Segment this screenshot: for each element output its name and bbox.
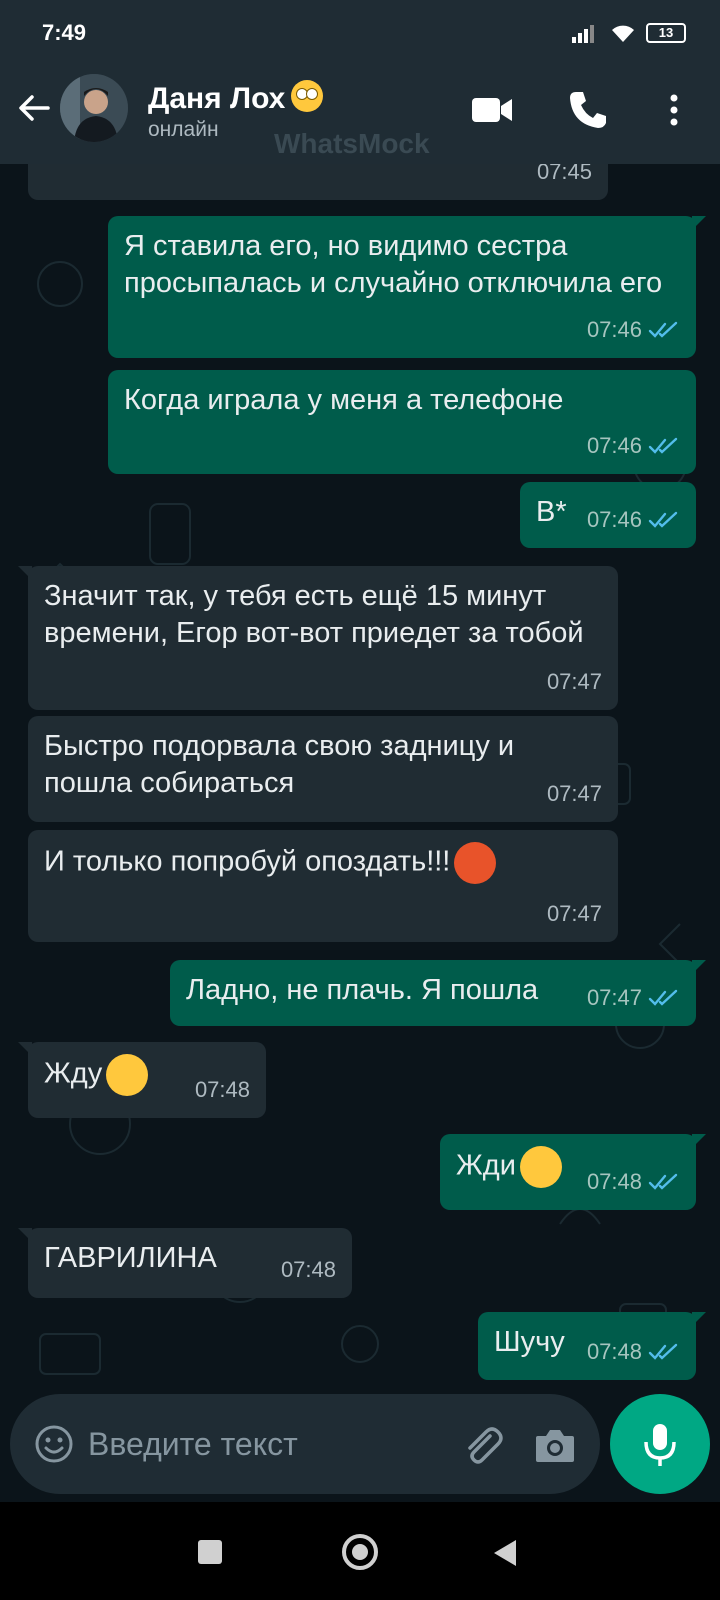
message-meta: 07:46 [587,501,680,538]
message-input-bar [10,1394,600,1494]
message-meta: 07:47 [547,775,602,812]
message-meta: 07:45 [537,164,592,190]
camera-icon[interactable] [532,1422,578,1468]
home-button[interactable] [342,1534,378,1570]
message-time: 07:47 [546,781,602,806]
message-time: 07:46 [586,507,642,532]
message-time: 07:48 [194,1077,250,1102]
rolling-eyes-emoji [291,80,324,112]
battery-indicator: 13 [646,23,686,43]
message-input[interactable] [88,1412,448,1476]
more-options-icon[interactable] [652,88,696,132]
message-meta: 07:47 [587,979,680,1016]
message-bubble-outgoing[interactable]: В* 07:46 [520,482,696,548]
message-meta: 07:46 [587,311,680,348]
chat-area[interactable]: 07:45 Я ставила его, но видимо сестра пр… [0,164,720,1394]
angry-face-emoji [454,842,497,884]
message-bubble-incoming[interactable]: Быстро подорвала свою задницу и пошла со… [28,716,618,822]
read-receipt-icon [648,321,678,338]
message-time: 07:47 [586,985,642,1010]
microphone-icon [644,1424,676,1466]
message-time: 07:47 [546,901,602,926]
read-receipt-icon [648,1173,678,1190]
message-text: Значит так, у тебя есть ещё 15 минут вре… [44,580,584,649]
message-bubble-outgoing[interactable]: Шучу 07:48 [478,1312,706,1380]
recent-apps-button[interactable] [198,1540,222,1564]
annoyed-face-emoji [106,1054,149,1096]
message-meta: 07:48 [587,1163,680,1200]
message-meta: 07:48 [281,1251,336,1288]
message-meta: 07:46 [587,427,680,464]
signal-icon [572,25,594,43]
message-bubble-incoming[interactable]: 07:45 [28,164,608,200]
message-text: Быстро подорвала свою задницу и пошла со… [44,730,515,799]
contact-status: онлайн [148,118,219,141]
video-call-icon[interactable] [470,88,514,132]
message-time: 07:47 [546,669,602,694]
watermark: WhatsMock [274,128,430,159]
message-bubble-outgoing[interactable]: Жди 07:48 [440,1134,706,1210]
message-time: 07:45 [536,164,592,184]
message-text: Когда играла у меня а телефоне [124,384,564,416]
message-bubble-incoming[interactable]: Значит так, у тебя есть ещё 15 минут вре… [18,566,618,710]
system-navigation-bar [0,1502,720,1600]
message-time: 07:48 [586,1339,642,1364]
message-meta: 07:48 [587,1333,680,1370]
message-time: 07:48 [586,1169,642,1194]
wifi-icon [612,25,634,42]
message-text: И только попробуй опоздать!!! [44,842,602,884]
message-meta: 07:47 [547,663,602,700]
status-icons: 13 [572,22,686,44]
message-bubble-incoming[interactable]: ГАВРИЛИНА 07:48 [18,1228,352,1298]
voice-record-button[interactable] [610,1394,710,1494]
smirking-face-emoji [519,1146,562,1188]
status-bar: 7:49 13 [0,0,720,54]
message-bubble-outgoing[interactable]: Когда играла у меня а телефоне 07:46 [108,370,696,474]
read-receipt-icon [648,437,678,454]
read-receipt-icon [648,989,678,1006]
emoji-picker-icon[interactable] [34,1424,74,1464]
message-bubble-incoming[interactable]: И только попробуй опоздать!!! 07:47 [28,830,618,942]
message-bubble-outgoing[interactable]: Ладно, не плачь. Я пошла 07:47 [170,960,706,1026]
status-time: 7:49 [42,20,87,45]
contact-name[interactable]: Даня Лох [148,80,324,116]
system-back-button[interactable] [494,1540,516,1566]
chat-header: Даня Лох онлайн WhatsMock [0,54,720,164]
message-time: 07:46 [586,433,642,458]
message-time: 07:46 [586,317,642,342]
message-meta: 07:47 [547,895,602,932]
message-text: Я ставила его, но видимо сестра просыпал… [124,230,663,299]
phone-call-icon[interactable] [566,88,610,132]
read-receipt-icon [648,511,678,528]
read-receipt-icon [648,1343,678,1360]
message-meta: 07:48 [195,1071,250,1108]
message-time: 07:48 [280,1257,336,1282]
attach-paperclip-icon[interactable] [458,1422,506,1470]
contact-avatar[interactable] [60,74,128,142]
back-arrow-icon[interactable] [14,88,54,128]
message-bubble-incoming[interactable]: Жду 07:48 [18,1042,266,1118]
message-bubble-outgoing[interactable]: Я ставила его, но видимо сестра просыпал… [108,216,706,358]
